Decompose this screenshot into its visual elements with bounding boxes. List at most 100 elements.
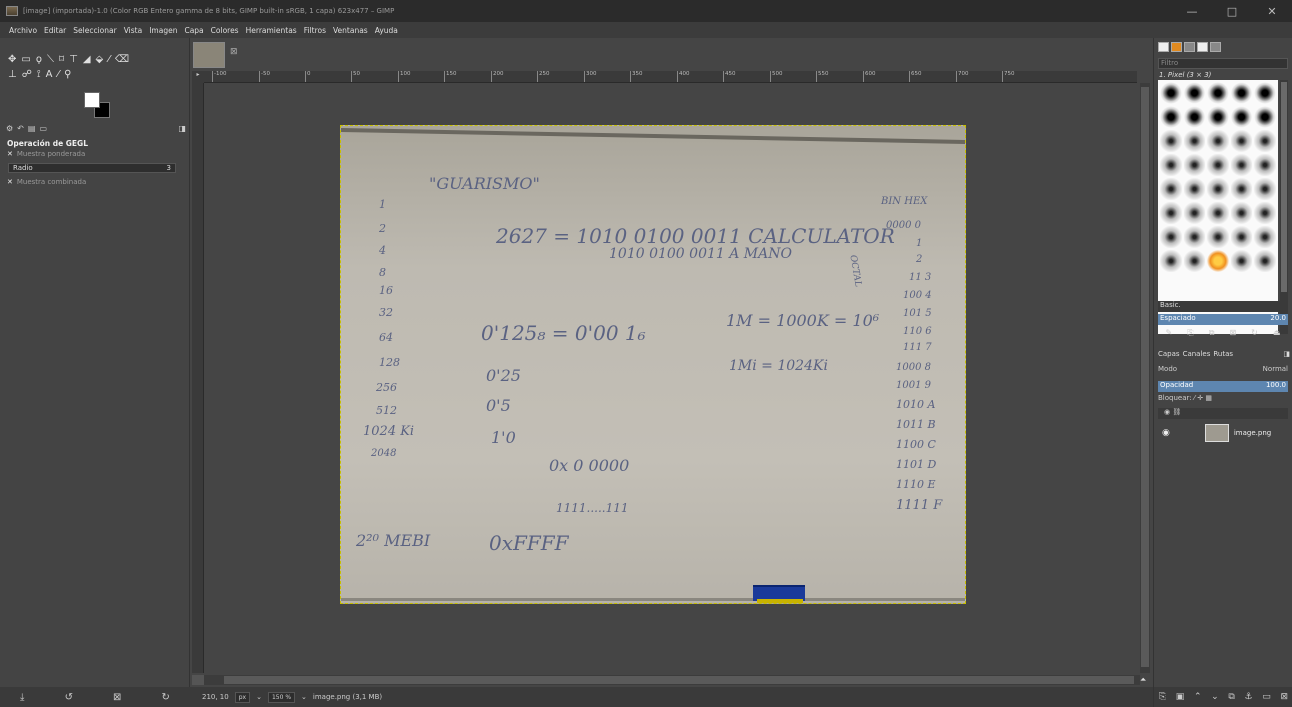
minimize-button[interactable]: — (1172, 0, 1212, 22)
brush-icon[interactable] (1183, 178, 1206, 200)
brush-icon[interactable] (1183, 226, 1206, 248)
horizontal-scrollbar[interactable] (204, 675, 1140, 685)
menu-imagen[interactable]: Imagen (149, 26, 177, 35)
menu-seleccionar[interactable]: Seleccionar (73, 26, 116, 35)
transform-tool-icon[interactable]: ⊤ (69, 54, 78, 65)
brush-icon[interactable] (1230, 226, 1253, 248)
delete-options-icon[interactable]: ⊠ (113, 692, 121, 703)
brush-icon[interactable] (1160, 106, 1182, 128)
brush-icon[interactable] (1183, 106, 1206, 128)
brush-icon[interactable] (1207, 154, 1229, 176)
vertical-ruler[interactable] (192, 83, 204, 673)
eraser-tool-icon[interactable]: ⌫ (115, 54, 129, 65)
warp-tool-icon[interactable]: ◢ (83, 54, 91, 65)
brush-icon[interactable] (1160, 202, 1182, 224)
rect-select-tool-icon[interactable]: ▭ (21, 54, 30, 65)
close-image-tab-icon[interactable]: ⊠ (230, 47, 238, 57)
lock-alpha-icon[interactable]: ▦ (1205, 394, 1212, 402)
move-tool-icon[interactable]: ✥ (8, 54, 16, 65)
menu-archivo[interactable]: Archivo (9, 26, 37, 35)
brush-scrollbar[interactable] (1280, 80, 1288, 334)
brush-icon[interactable] (1183, 130, 1206, 152)
mask-layer-icon[interactable]: ▭ (1262, 692, 1271, 702)
fg-bg-colors[interactable] (82, 90, 114, 120)
layer-opacity-field[interactable]: Opacidad 100.0 (1158, 381, 1288, 392)
device-status-tab-icon[interactable]: ↶ (17, 124, 24, 136)
menu-herramientas[interactable]: Herramientas (246, 26, 297, 35)
brush-icon[interactable] (1254, 154, 1276, 176)
brush-icon[interactable] (1207, 82, 1229, 104)
menu-colores[interactable]: Colores (211, 26, 239, 35)
brush-icon[interactable] (1160, 82, 1182, 104)
undo-history-tab-icon[interactable]: ▤ (28, 124, 36, 136)
layers-panel-menu-icon[interactable]: ◨ (1283, 350, 1290, 358)
brush-icon[interactable] (1160, 250, 1182, 272)
lower-layer-icon[interactable]: ⌄ (1211, 692, 1219, 702)
tab-channels[interactable]: Canales (1183, 350, 1211, 358)
brush-icon[interactable] (1160, 130, 1182, 152)
panel-menu-icon[interactable]: ◨ (178, 124, 186, 136)
brush-icon[interactable] (1183, 202, 1206, 224)
brush-icon[interactable] (1230, 178, 1253, 200)
brush-filter-input[interactable]: Filtro (1158, 58, 1288, 69)
brush-tag-field[interactable]: Basic. (1158, 301, 1288, 312)
document-history-tab-icon[interactable] (1197, 42, 1208, 52)
refresh-brushes-icon[interactable]: ↻ (1251, 328, 1258, 340)
reset-options-icon[interactable]: ↻ (162, 692, 170, 703)
new-layer-icon[interactable]: ⎘ (1159, 692, 1166, 702)
fonts-tab-icon[interactable] (1184, 42, 1195, 52)
brush-icon[interactable] (1230, 154, 1253, 176)
paintbrush-tool-icon[interactable]: ⁄ (108, 54, 110, 65)
close-button[interactable]: ✕ (1252, 0, 1292, 22)
brush-grid[interactable] (1158, 80, 1278, 334)
brush-icon[interactable] (1254, 178, 1276, 200)
brush-icon[interactable] (1207, 106, 1229, 128)
images-tab-icon[interactable]: ▭ (39, 124, 47, 136)
delete-brush-icon[interactable]: ⊠ (1229, 328, 1236, 340)
edit-brush-icon[interactable]: ✎ (1166, 328, 1173, 340)
sampled-average-option[interactable]: ✕ Muestra ponderada (7, 150, 85, 158)
quick-mask-corner[interactable]: ▸ (192, 71, 204, 83)
brush-icon[interactable] (1207, 178, 1229, 200)
brushes-tab-icon[interactable] (1158, 42, 1169, 52)
crop-tool-icon[interactable]: ⌑ (59, 54, 64, 65)
horizontal-ruler[interactable]: -100 -50 0 50 100 150 200 250 300 350 40… (204, 71, 1137, 83)
brush-icon[interactable] (1183, 82, 1206, 104)
lasso-tool-icon[interactable]: ϙ (36, 54, 42, 65)
duplicate-layer-icon[interactable]: ⧉ (1228, 692, 1234, 702)
layer-mode-row[interactable]: Modo Normal (1158, 365, 1288, 377)
zoom-tool-icon[interactable]: ⚲ (64, 69, 71, 80)
smudge-tool-icon[interactable]: ☍ (22, 69, 32, 80)
foreground-color-swatch[interactable] (84, 92, 100, 108)
layer-name[interactable]: image.png (1234, 429, 1271, 437)
gradients-tab-icon[interactable] (1210, 42, 1221, 52)
brush-icon[interactable] (1230, 130, 1253, 152)
anchor-layer-icon[interactable]: ⚓ (1245, 692, 1253, 702)
save-options-icon[interactable]: ⤓ (20, 692, 24, 703)
brush-icon[interactable] (1254, 130, 1276, 152)
canvas-image[interactable]: "GUARISMO" 2627 = 1010 0100 0011 CALCULA… (340, 125, 966, 604)
color-picker-tool-icon[interactable]: ⁄ (57, 69, 59, 80)
tool-options-tab-icon[interactable]: ⚙ (6, 124, 13, 136)
restore-options-icon[interactable]: ↺ (65, 692, 73, 703)
navigate-icon[interactable]: ⏶ (1140, 675, 1150, 685)
unit-selector[interactable]: px (234, 691, 251, 703)
brush-icon[interactable] (1230, 106, 1253, 128)
eye-icon[interactable]: ◉ (1162, 428, 1170, 438)
delete-layer-icon[interactable]: ⊠ (1281, 692, 1289, 702)
maximize-button[interactable]: □ (1212, 0, 1252, 22)
patterns-tab-icon[interactable] (1171, 42, 1182, 52)
brush-icon[interactable] (1207, 226, 1229, 248)
menu-vista[interactable]: Vista (124, 26, 143, 35)
menu-capa[interactable]: Capa (184, 26, 203, 35)
brush-icon[interactable] (1230, 202, 1253, 224)
zoom-dropdown-icon[interactable]: ⌄ (301, 693, 307, 701)
radius-field[interactable]: Radio 3 (8, 163, 176, 173)
brush-icon[interactable] (1254, 226, 1276, 248)
menu-ayuda[interactable]: Ayuda (375, 26, 398, 35)
brush-spacing-field[interactable]: Espaciado 20.0 (1158, 314, 1288, 325)
layer-mode-select[interactable]: Normal (1263, 365, 1288, 377)
fuzzy-select-tool-icon[interactable]: ⟍ (47, 54, 54, 65)
checkbox-checked-icon[interactable]: ✕ (7, 178, 13, 186)
zoom-image-corner[interactable] (192, 675, 204, 685)
